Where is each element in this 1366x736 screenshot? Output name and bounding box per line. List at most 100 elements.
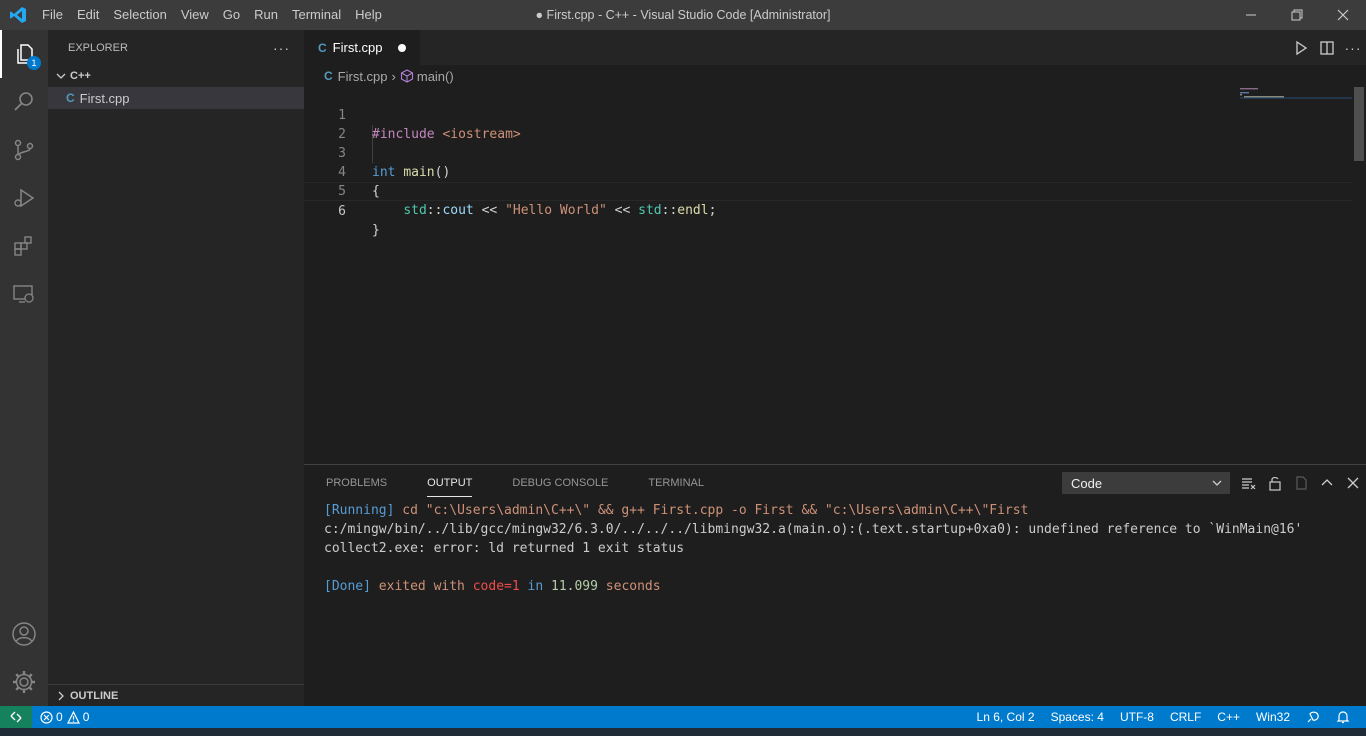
tab-terminal[interactable]: TERMINAL [640, 465, 712, 501]
remote-explorer-icon [13, 285, 34, 303]
tab-debug-console[interactable]: DEBUG CONSOLE [504, 465, 616, 501]
code-line: 3 int main() [304, 125, 1354, 180]
title-bar: File Edit Selection View Go Run Terminal… [0, 0, 1366, 30]
chevron-down-icon [1212, 480, 1222, 486]
tab-first-cpp[interactable]: C First.cpp [304, 30, 420, 65]
folder-row[interactable]: C++ [48, 65, 304, 87]
explorer-badge: 1 [27, 56, 41, 70]
restore-button[interactable] [1274, 0, 1320, 30]
code-line-current: 6 } [304, 182, 1354, 238]
menu-edit[interactable]: Edit [70, 0, 106, 30]
menu-terminal[interactable]: Terminal [285, 0, 348, 30]
open-file-icon [1296, 476, 1307, 490]
file-item-first-cpp[interactable]: C First.cpp [48, 87, 304, 109]
breadcrumb-symbol[interactable]: main() [417, 69, 454, 84]
cpp-file-icon: C [318, 40, 327, 55]
tab-label: First.cpp [332, 40, 383, 55]
platform-config[interactable]: Win32 [1248, 706, 1298, 728]
status-right: Ln 6, Col 2 Spaces: 4 UTF-8 CRLF C++ Win… [969, 706, 1358, 728]
scrollbar-thumb[interactable] [1354, 87, 1364, 161]
split-editor-button[interactable] [1314, 35, 1340, 61]
output-line: [Running] cd "c:\Users\admin\C++\" && g+… [324, 503, 1029, 518]
activity-bar: 1 [0, 30, 48, 706]
clear-output-button[interactable] [1236, 470, 1262, 496]
close-icon [1337, 9, 1349, 21]
run-debug-icon [14, 188, 35, 208]
maximize-panel-button[interactable] [1314, 470, 1340, 496]
editor-scrollbar[interactable] [1352, 87, 1366, 464]
menu-help[interactable]: Help [348, 0, 389, 30]
more-editor-actions-button[interactable]: ··· [1340, 35, 1366, 61]
more-actions-icon[interactable]: ··· [273, 40, 290, 56]
code-line-text: } [372, 223, 380, 238]
breadcrumb: C First.cpp › main() [304, 65, 1366, 87]
activity-search[interactable] [0, 78, 48, 126]
code-line: 4 { [304, 144, 1354, 199]
indentation[interactable]: Spaces: 4 [1043, 706, 1112, 728]
minimap[interactable] [1240, 87, 1352, 107]
unlock-icon [1269, 476, 1281, 491]
clear-output-icon [1242, 478, 1256, 490]
os-taskbar [0, 728, 1366, 736]
remote-indicator[interactable] [0, 706, 32, 728]
tab-problems[interactable]: PROBLEMS [318, 465, 395, 501]
output-log[interactable]: [Running] cd "c:\Users\admin\C++\" && g+… [324, 501, 1302, 596]
explorer-title: EXPLORER [68, 41, 128, 54]
activity-source-control[interactable] [0, 126, 48, 174]
problems-status[interactable]: 0 0 [32, 706, 97, 728]
remote-icon [10, 711, 22, 723]
source-control-icon [14, 139, 34, 161]
more-actions-icon: ··· [1344, 39, 1362, 56]
feedback-icon [1307, 711, 1319, 723]
close-window-button[interactable] [1320, 0, 1366, 30]
vscode-window: File Edit Selection View Go Run Terminal… [0, 0, 1366, 736]
unsaved-dot-icon[interactable] [398, 44, 406, 52]
play-icon [1296, 40, 1308, 55]
line-ending[interactable]: CRLF [1162, 706, 1209, 728]
breadcrumb-file[interactable]: First.cpp [338, 69, 388, 84]
activity-accounts[interactable] [0, 610, 48, 658]
activity-extensions[interactable] [0, 222, 48, 270]
lock-scroll-button[interactable] [1262, 470, 1288, 496]
code-editor[interactable]: 1 #include <iostream> 2 3 int main() 4 {… [304, 87, 1354, 238]
menu-view[interactable]: View [174, 0, 216, 30]
activity-explorer[interactable]: 1 [0, 30, 48, 78]
menu-file[interactable]: File [35, 0, 70, 30]
panel-actions: Code [1062, 465, 1366, 501]
output-line: [Done] exited with code=1 in 11.099 seco… [324, 579, 661, 594]
output-channel-value: Code [1071, 475, 1103, 491]
warning-icon [66, 710, 80, 724]
encoding[interactable]: UTF-8 [1112, 706, 1162, 728]
close-panel-button[interactable] [1340, 470, 1366, 496]
menu-selection[interactable]: Selection [106, 0, 173, 30]
minimize-button[interactable] [1228, 0, 1274, 30]
chevron-right-icon [58, 691, 64, 700]
chevron-up-icon [1321, 479, 1333, 486]
minimize-icon [1246, 14, 1256, 16]
activity-manage[interactable] [0, 658, 48, 706]
menu-run[interactable]: Run [247, 0, 285, 30]
activity-remote-explorer[interactable] [0, 270, 48, 318]
outline-section[interactable]: OUTLINE [48, 684, 304, 706]
vscode-logo-icon[interactable] [0, 0, 35, 30]
open-log-button[interactable] [1288, 470, 1314, 496]
line-number: 6 [338, 204, 346, 219]
editor-actions: ··· [1288, 30, 1366, 65]
code-line: 1 #include <iostream> [304, 87, 1354, 142]
feedback-button[interactable] [1298, 710, 1328, 724]
error-icon [40, 710, 53, 724]
menu-go[interactable]: Go [216, 0, 247, 30]
output-channel-select[interactable]: Code [1062, 472, 1230, 494]
tab-output[interactable]: OUTPUT [419, 465, 480, 501]
error-count: 0 [56, 710, 63, 724]
activity-run-debug[interactable] [0, 174, 48, 222]
cpp-file-icon: C [324, 69, 333, 83]
output-line: c:/mingw/bin/../lib/gcc/mingw32/6.3.0/..… [324, 522, 1303, 537]
account-icon [12, 622, 36, 646]
language-mode[interactable]: C++ [1209, 706, 1248, 728]
run-code-button[interactable] [1288, 35, 1314, 61]
cursor-position[interactable]: Ln 6, Col 2 [969, 706, 1043, 728]
notifications-button[interactable] [1328, 710, 1358, 724]
restore-icon [1291, 9, 1303, 21]
